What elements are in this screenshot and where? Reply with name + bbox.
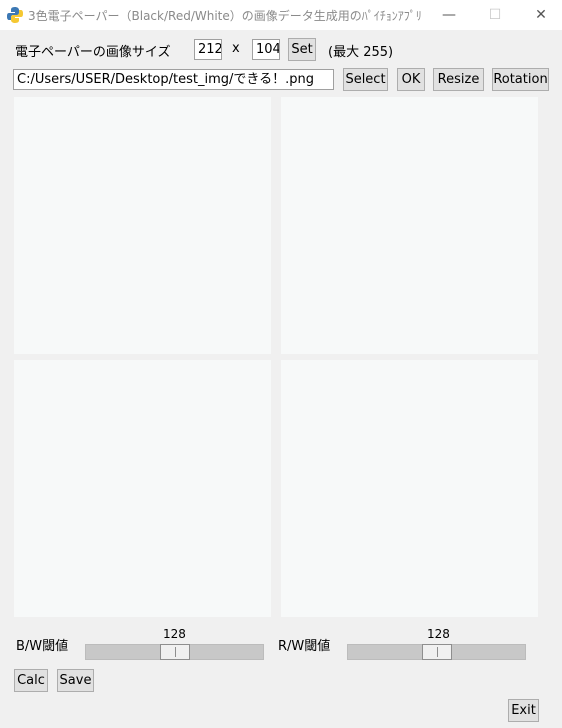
rw-slider-thumb[interactable] [422, 644, 452, 660]
image-size-label: 電子ペーパーの画像サイズ [15, 45, 171, 60]
select-button[interactable]: Select [343, 68, 388, 91]
width-input[interactable]: 212 [194, 39, 222, 60]
resize-button[interactable]: Resize [433, 68, 484, 91]
bw-threshold-value: 128 [163, 627, 186, 641]
save-button[interactable]: Save [57, 669, 94, 692]
rw-preview-panel [281, 360, 538, 617]
bw-preview-panel [14, 360, 271, 617]
max-size-note: (最大 255) [328, 45, 394, 60]
bw-slider-thumb[interactable] [160, 644, 190, 660]
exit-button[interactable]: Exit [508, 699, 539, 722]
rw-threshold-label: R/W閾値 [278, 639, 331, 654]
window-title: 3色電子ペーパー（Black/Red/White）の画像データ生成用のﾊﾟｲﾁｮ… [28, 9, 422, 23]
bw-threshold-label: B/W閾値 [16, 639, 69, 654]
minimize-button[interactable]: — [426, 0, 472, 30]
rw-threshold-value: 128 [427, 627, 450, 641]
calc-button[interactable]: Calc [14, 669, 48, 692]
original-image-panel [14, 97, 271, 354]
ok-button[interactable]: OK [397, 68, 425, 91]
bw-threshold-slider[interactable] [85, 644, 264, 660]
size-x-label: x [232, 41, 240, 56]
python-app-icon [7, 7, 23, 23]
rotation-button[interactable]: Rotation [492, 68, 549, 91]
close-button[interactable]: ✕ [518, 0, 562, 30]
maximize-button: ☐ [488, 7, 502, 23]
height-input[interactable]: 104 [252, 39, 280, 60]
rw-threshold-slider[interactable] [347, 644, 526, 660]
set-button[interactable]: Set [288, 38, 316, 61]
resized-image-panel [281, 97, 538, 354]
file-path-input[interactable]: C:/Users/USER/Desktop/test_img/できる！.png [13, 69, 334, 90]
